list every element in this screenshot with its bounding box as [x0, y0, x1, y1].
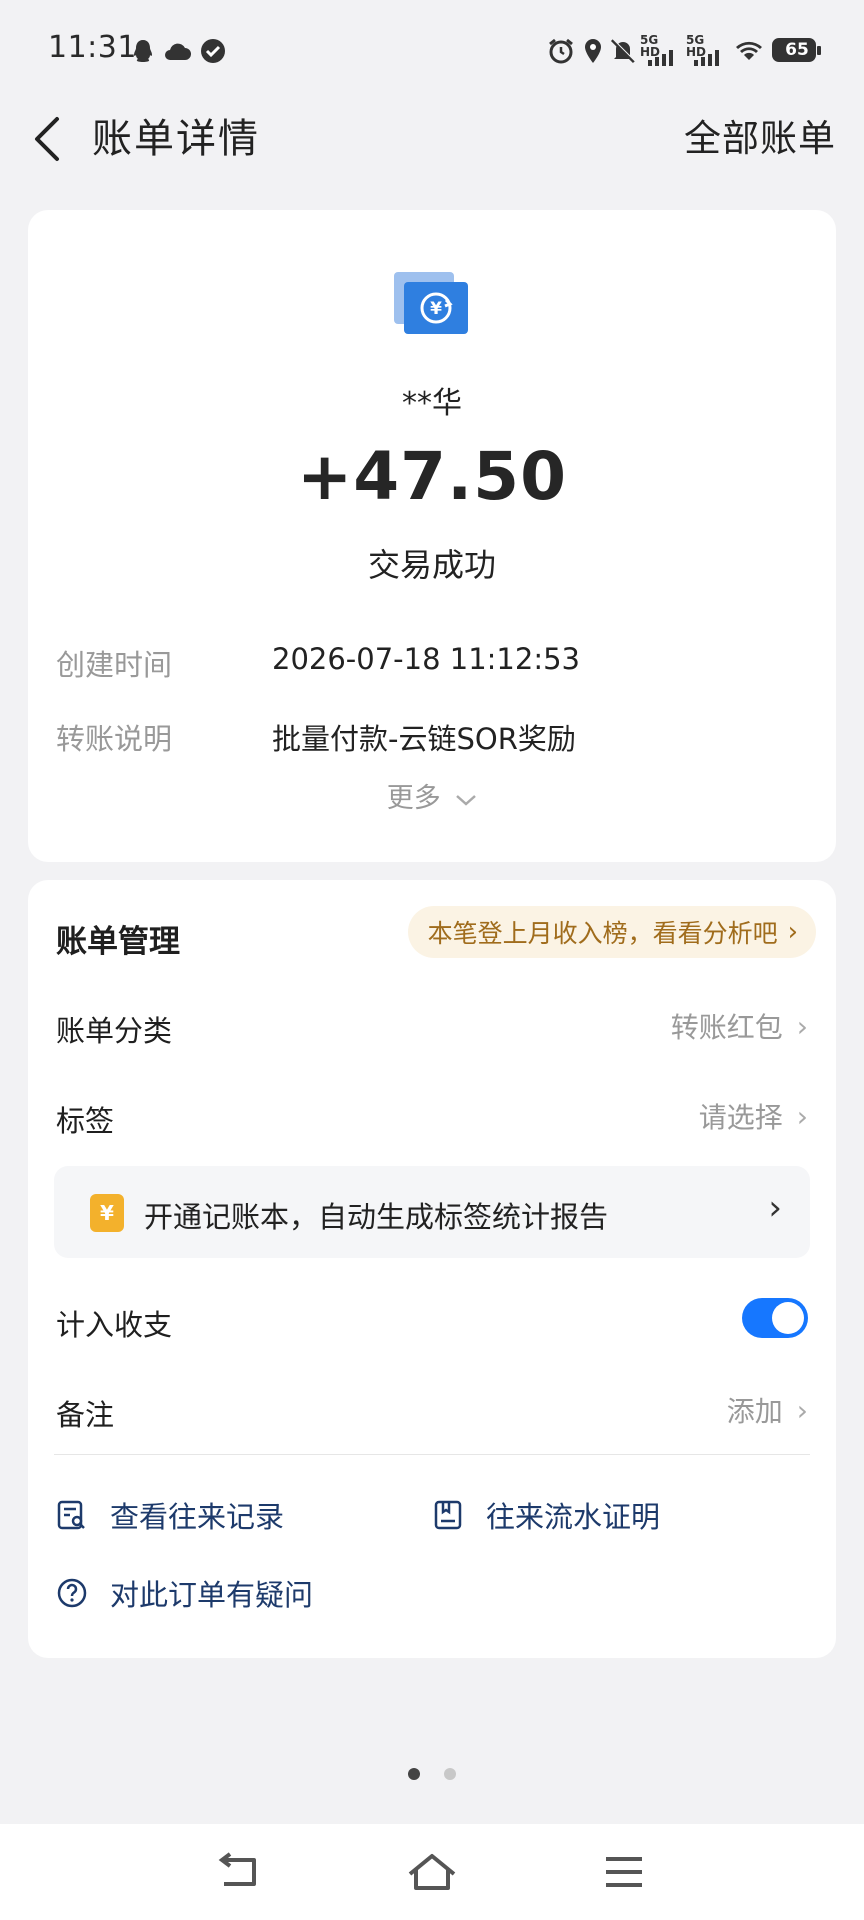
- order-question-link[interactable]: 对此订单有疑问: [56, 1572, 313, 1614]
- battery-level: 65: [785, 40, 809, 60]
- include-in-stats-label: 计入收支: [56, 1308, 173, 1342]
- note-add-button[interactable]: 添加 ›: [727, 1390, 808, 1430]
- back-arrow-icon: [218, 1852, 256, 1886]
- transaction-summary-card: ¥ **华 +47.50 交易成功 创建时间 2026-07-18 11:12:…: [28, 210, 836, 862]
- nav-menu-button[interactable]: [594, 1846, 654, 1898]
- promo-text: 本笔登上月收入榜，看看分析吧: [427, 919, 778, 948]
- chevron-right-icon: ›: [787, 917, 798, 947]
- tag-label: 标签: [56, 1104, 115, 1138]
- include-in-stats-toggle[interactable]: [742, 1298, 808, 1338]
- bill-category-selector[interactable]: 转账红包 ›: [671, 1006, 808, 1046]
- records-search-icon: [57, 1500, 85, 1530]
- flow-proof-label: 往来流水证明: [486, 1500, 661, 1534]
- back-button[interactable]: [22, 112, 72, 166]
- divider: [54, 1454, 810, 1455]
- note-value: 添加: [726, 1395, 783, 1428]
- nav-back-button[interactable]: [210, 1846, 270, 1898]
- ledger-promo-text: 开通记账本，自动生成标签统计报告: [144, 1200, 609, 1234]
- system-nav-bar: [0, 1824, 864, 1920]
- bill-category-value: 转账红包: [670, 1011, 783, 1044]
- signal-5g-hd-icon: 5G HD: [686, 34, 726, 66]
- mute-bell-icon: [610, 38, 636, 64]
- more-button[interactable]: 更多: [28, 776, 836, 815]
- nav-home-button[interactable]: [402, 1846, 462, 1898]
- order-question-label: 对此订单有疑问: [110, 1578, 314, 1612]
- more-label: 更多: [386, 783, 441, 814]
- pager-dot: [444, 1768, 456, 1780]
- check-circle-icon: [201, 39, 225, 63]
- bill-management-title: 账单管理: [56, 924, 180, 960]
- transfer-note-label: 转账说明: [56, 722, 173, 756]
- pager-dot-active: [408, 1768, 420, 1780]
- cloud-icon: [165, 43, 191, 60]
- location-icon: [585, 39, 601, 63]
- signal-5g-hd-icon: 5G HD: [640, 34, 680, 66]
- transaction-amount: +47.50: [296, 438, 568, 515]
- transfer-yuan-icon: ¥: [394, 272, 468, 334]
- note-label: 备注: [56, 1398, 115, 1432]
- chevron-right-icon: ›: [796, 1099, 808, 1133]
- payer-name: **华: [402, 386, 462, 421]
- chevron-left-icon: [35, 117, 59, 161]
- created-time-value: 2026-07-18 11:12:53: [272, 642, 580, 676]
- wifi-icon: [736, 41, 762, 60]
- document-icon: [434, 1500, 462, 1530]
- menu-icon: [606, 1857, 642, 1887]
- chevron-right-icon: ›: [768, 1188, 782, 1228]
- battery-icon: 65: [772, 38, 821, 62]
- transaction-status: 交易成功: [367, 546, 496, 584]
- bill-category-label: 账单分类: [56, 1014, 173, 1048]
- tag-value: 请选择: [698, 1101, 783, 1134]
- flow-proof-link[interactable]: 往来流水证明: [432, 1494, 660, 1536]
- created-time-label: 创建时间: [56, 648, 173, 682]
- chevron-down-icon: [456, 795, 477, 806]
- question-circle-icon: [57, 1578, 87, 1608]
- status-time: 11:31: [48, 30, 137, 65]
- all-bills-link[interactable]: 全部账单: [684, 112, 836, 166]
- chevron-right-icon: ›: [796, 1009, 808, 1043]
- status-bar: 11:31 5G HD 5G HD 65: [0, 0, 864, 100]
- toggle-knob: [772, 1302, 804, 1334]
- home-icon: [408, 1854, 456, 1890]
- ledger-promo-banner[interactable]: ¥ 开通记账本，自动生成标签统计报告 ›: [54, 1166, 810, 1258]
- view-history-link[interactable]: 查看往来记录: [56, 1494, 284, 1536]
- view-history-label: 查看往来记录: [110, 1500, 285, 1534]
- transfer-note-value: 批量付款-云链SOR奖励: [272, 722, 576, 756]
- svg-text:¥: ¥: [430, 299, 442, 319]
- tag-selector[interactable]: 请选择 ›: [699, 1096, 808, 1136]
- ledger-book-icon: ¥: [90, 1194, 124, 1232]
- qq-icon: [134, 40, 152, 62]
- alarm-icon: [549, 38, 573, 64]
- page-title: 账单详情: [92, 116, 260, 162]
- bill-management-card: 账单管理 本笔登上月收入榜，看看分析吧 › 账单分类 转账红包 › 标签 请选择…: [28, 880, 836, 1658]
- income-rank-promo[interactable]: 本笔登上月收入榜，看看分析吧 ›: [407, 906, 816, 958]
- chevron-right-icon: ›: [796, 1393, 808, 1427]
